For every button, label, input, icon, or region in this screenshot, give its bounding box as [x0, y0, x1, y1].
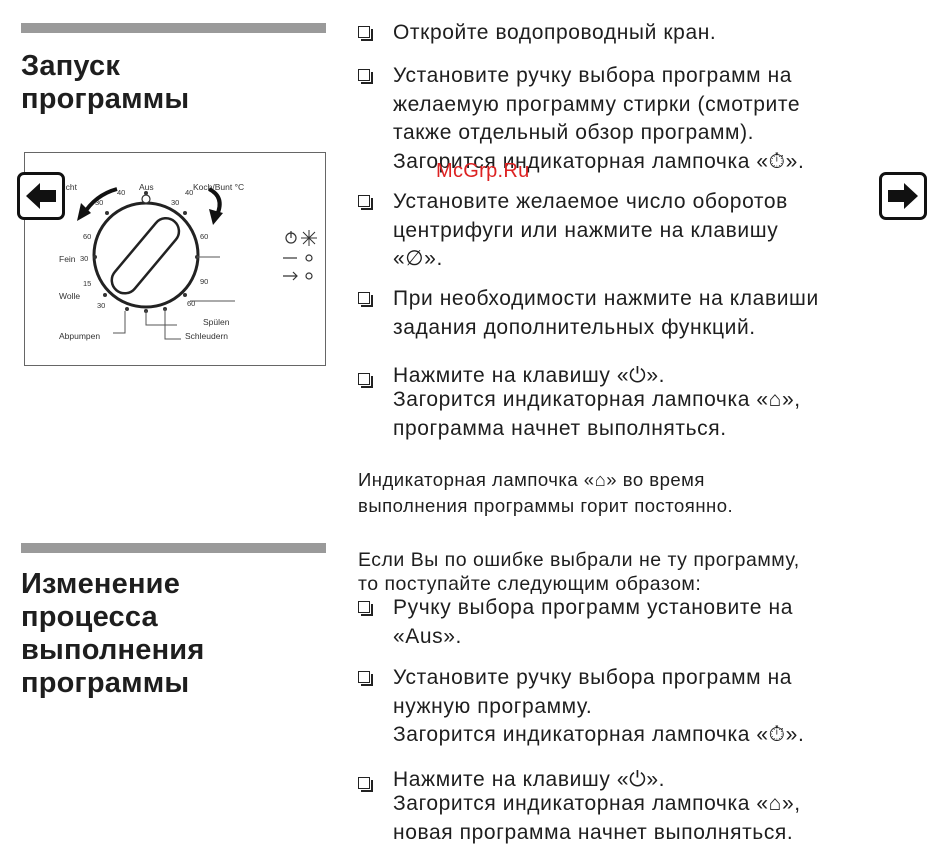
title-line: Изменение [21, 568, 204, 601]
list-item: Откройте водопроводный кран. [358, 19, 918, 62]
item-text: Загорится индикаторная лампочка «⌂», [393, 386, 918, 415]
temp-label: 60 [83, 232, 91, 241]
title-line: Запуск [21, 50, 189, 83]
item-text: Загорится индикаторная лампочка «⏱». [393, 721, 918, 750]
temp-label: 40 [185, 188, 193, 197]
item-text: Установите ручку выбора программ на [393, 664, 918, 693]
temp-label: 30 [80, 254, 88, 263]
watermark: McGrp.Ru [436, 160, 530, 183]
item-text: При необходимости нажмите на клавиши [393, 285, 918, 314]
checkbox-bullet [358, 195, 370, 207]
item-text: программа начнет выполняться. [393, 415, 918, 444]
title-line: программы [21, 667, 204, 700]
item-text: желаемую программу стирки (смотрите [393, 91, 918, 120]
checkbox-bullet [358, 777, 370, 789]
section-divider [21, 23, 326, 33]
label-kochbunt: Koch/Bunt °C [193, 182, 244, 192]
temp-label: 40 [117, 188, 125, 197]
item-text: Нажмите на клавишу «⏻». [393, 770, 918, 790]
label-spuelen: Spülen [203, 317, 230, 327]
start-instructions: Откройте водопроводный кран. Установите … [358, 19, 918, 443]
label-abpumpen: Abpumpen [59, 331, 100, 341]
change-intro: Если Вы по ошибке выбрали не ту программ… [358, 548, 800, 596]
start-note: Индикаторная лампочка «⌂» во время выпол… [358, 467, 733, 519]
checkbox-bullet [358, 671, 370, 683]
item-text: «Aus». [393, 623, 918, 652]
list-item: Ручку выбора программ установите на «Aus… [358, 594, 918, 664]
item-text: Загорится индикаторная лампочка «⌂», [393, 790, 918, 819]
item-text: Установите желаемое число оборотов [393, 188, 918, 217]
section-title-start: Запуск программы [21, 50, 189, 116]
list-item: Установите желаемое число оборотов центр… [358, 188, 918, 285]
checkbox-bullet [358, 601, 370, 613]
item-text: Установите ручку выбора программ на [393, 62, 918, 91]
label-aus: Aus [139, 182, 154, 192]
label-schleudern: Schleudern [185, 331, 228, 341]
section-divider [21, 543, 326, 553]
item-text: Нажмите на клавишу «⏻». [393, 366, 918, 386]
item-text: новая программа начнет выполняться. [393, 819, 918, 847]
list-item: Нажмите на клавишу «⏻». Загорится индика… [358, 770, 918, 847]
intro-line: Если Вы по ошибке выбрали не ту программ… [358, 548, 800, 572]
list-item: При необходимости нажмите на клавиши зад… [358, 285, 918, 366]
panel-drawing: Pflegeleicht Aus Koch/Bunt °C Fein Wolle… [25, 153, 324, 364]
temp-label: 60 [187, 299, 195, 308]
control-panel-illustration: Pflegeleicht Aus Koch/Bunt °C Fein Wolle… [24, 152, 326, 366]
arrow-left-icon [20, 175, 62, 217]
item-text: задания дополнительных функций. [393, 314, 918, 343]
prev-page-button[interactable] [17, 172, 65, 220]
item-text: Ручку выбора программ установите на [393, 594, 918, 623]
title-line: выполнения [21, 634, 204, 667]
item-text: «∅». [393, 245, 918, 274]
intro-line: то поступайте следующим образом: [358, 572, 800, 596]
note-line: выполнения программы горит постоянно. [358, 493, 733, 519]
section-title-change: Изменение процесса выполнения программы [21, 568, 204, 700]
label-wolle: Wolle [59, 291, 80, 301]
title-line: программы [21, 83, 189, 116]
item-text: также отдельный обзор программ). [393, 119, 918, 148]
temp-label: 60 [200, 232, 208, 241]
item-text: нужную программу. [393, 693, 918, 722]
list-item: Нажмите на клавишу «⏻». Загорится индика… [358, 366, 918, 443]
temp-label: 15 [83, 279, 91, 288]
checkbox-bullet [358, 373, 370, 385]
title-line: процесса [21, 601, 204, 634]
temp-label: 30 [97, 301, 105, 310]
checkbox-bullet [358, 69, 370, 81]
item-text: центрифуги или нажмите на клавишу [393, 217, 918, 246]
temp-label: 30 [171, 198, 179, 207]
checkbox-bullet [358, 26, 370, 38]
change-instructions: Ручку выбора программ установите на «Aus… [358, 594, 918, 847]
note-line: Индикаторная лампочка «⌂» во время [358, 467, 733, 493]
list-item: Установите ручку выбора программ на нужн… [358, 664, 918, 770]
label-fein: Fein [59, 254, 76, 264]
checkbox-bullet [358, 292, 370, 304]
temp-label: 90 [200, 277, 208, 286]
item-text: Откройте водопроводный кран. [393, 19, 918, 48]
